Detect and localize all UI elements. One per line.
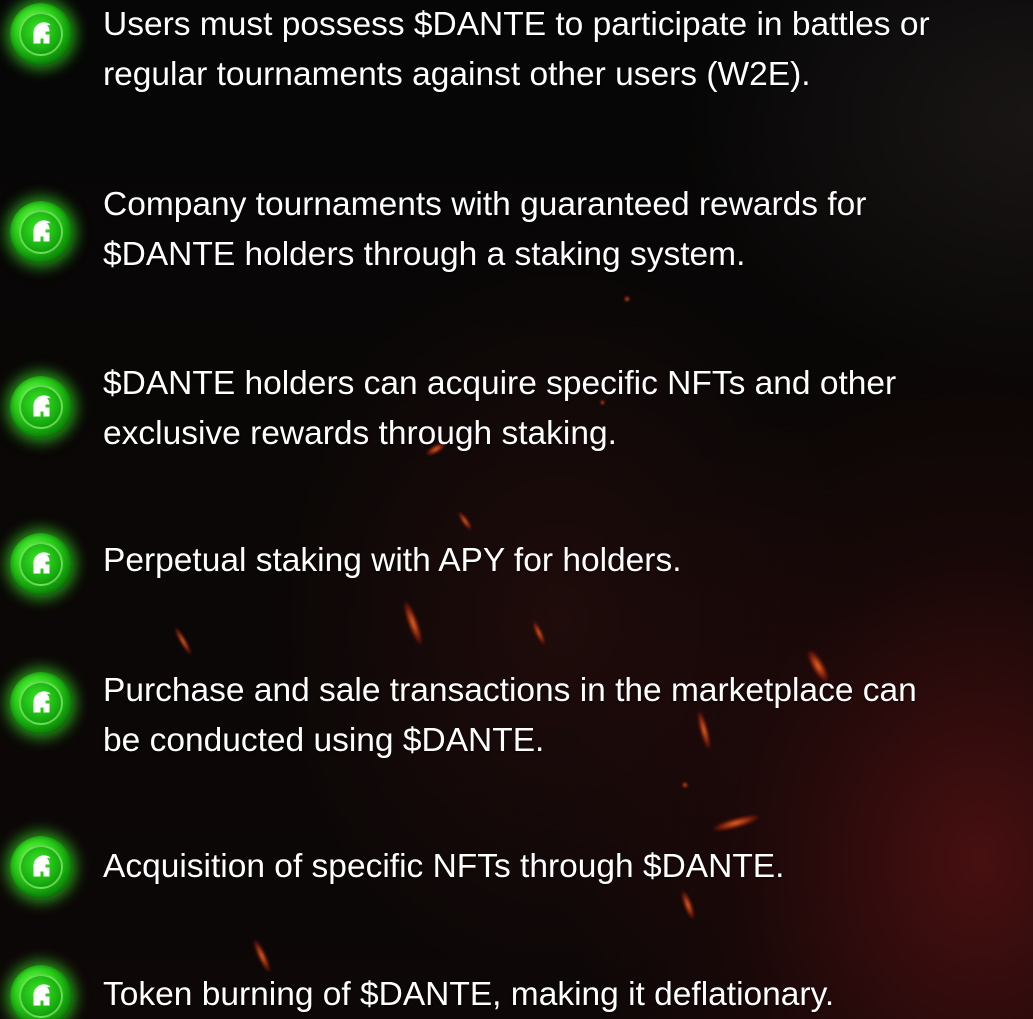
- feature-text: Company tournaments with guaranteed rewa…: [103, 180, 1023, 280]
- ember-decoration: [250, 937, 274, 975]
- feature-list-page: Users must possess $DANTE to participate…: [0, 0, 1033, 1019]
- ember-decoration: [172, 625, 194, 657]
- feature-line: Purchase and sale transactions in the ma…: [103, 672, 917, 709]
- feature-line: be conducted using $DANTE.: [103, 722, 545, 759]
- feature-line: Users must possess $DANTE to participate…: [103, 6, 930, 43]
- spartan-helmet-icon: [19, 845, 63, 889]
- feature-badge: [10, 201, 72, 263]
- feature-text: Acquisition of specific NFTs through $DA…: [103, 842, 1023, 892]
- ember-decoration: [682, 782, 688, 788]
- spartan-helmet-icon: [19, 681, 63, 725]
- feature-badge: [10, 533, 72, 595]
- feature-line: Perpetual staking with APY for holders.: [103, 542, 682, 579]
- feature-line: $DANTE holders through a staking system.: [103, 236, 746, 273]
- ember-decoration: [679, 889, 697, 921]
- spartan-helmet-icon: [19, 542, 63, 586]
- feature-text: Users must possess $DANTE to participate…: [103, 0, 1023, 100]
- feature-text: Purchase and sale transactions in the ma…: [103, 666, 1023, 766]
- ember-decoration: [624, 296, 630, 302]
- spartan-helmet-icon: [19, 385, 63, 429]
- feature-line: Company tournaments with guaranteed rewa…: [103, 186, 867, 223]
- spartan-helmet-icon: [19, 210, 63, 254]
- feature-line: exclusive rewards through staking.: [103, 415, 617, 452]
- ember-decoration: [711, 811, 761, 835]
- feature-badge: [10, 376, 72, 438]
- spartan-helmet-icon: [19, 12, 63, 56]
- feature-text: Perpetual staking with APY for holders.: [103, 536, 1023, 586]
- feature-badge: [10, 3, 72, 65]
- ember-decoration: [456, 510, 474, 532]
- ember-decoration: [400, 599, 426, 647]
- feature-badge: [10, 672, 72, 734]
- feature-badge: [10, 965, 72, 1019]
- feature-line: Acquisition of specific NFTs through $DA…: [103, 848, 785, 885]
- feature-line: regular tournaments against other users …: [103, 56, 811, 93]
- feature-line: Token burning of $DANTE, making it defla…: [103, 976, 835, 1013]
- ember-decoration: [530, 619, 548, 647]
- feature-text: $DANTE holders can acquire specific NFTs…: [103, 359, 1023, 459]
- spartan-helmet-icon: [19, 974, 63, 1018]
- feature-text: Token burning of $DANTE, making it defla…: [103, 970, 1023, 1019]
- feature-badge: [10, 836, 72, 898]
- feature-line: $DANTE holders can acquire specific NFTs…: [103, 365, 897, 402]
